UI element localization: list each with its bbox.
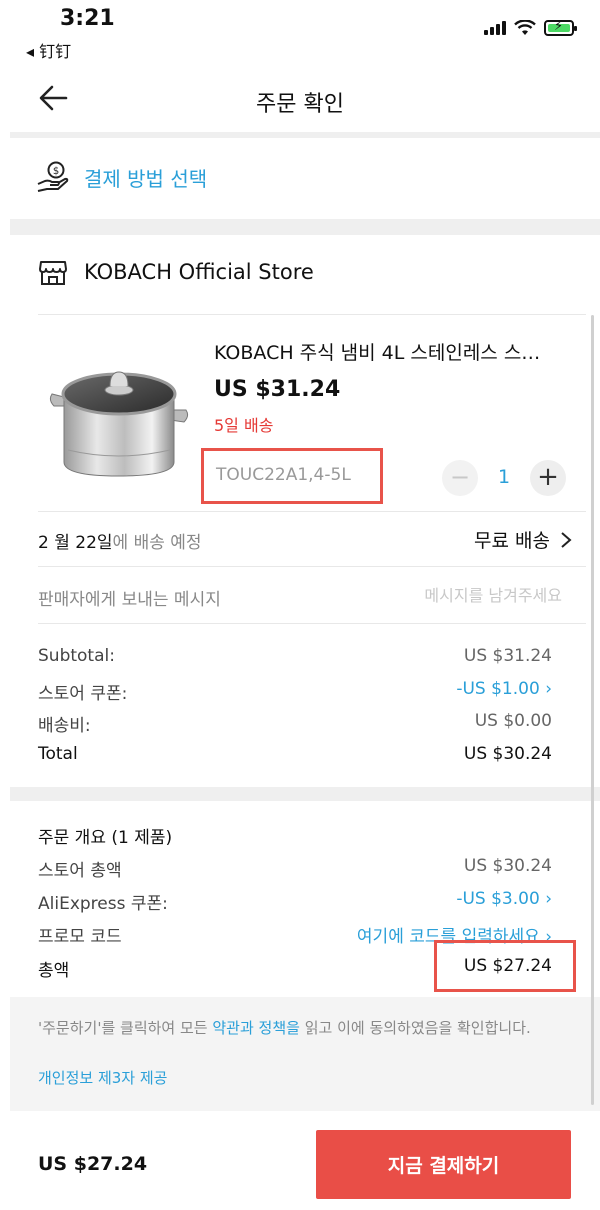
- pay-now-button[interactable]: 지금 결제하기: [316, 1130, 571, 1199]
- divider: [38, 511, 586, 512]
- subtotal-value: US $31.24: [463, 646, 552, 666]
- wifi-icon: [514, 20, 536, 35]
- delivery-estimate: 2 월 22일에 배송 예정: [38, 528, 202, 553]
- shipping-method-label: 무료 배송: [474, 530, 550, 552]
- quantity-decrease-button[interactable]: −: [442, 460, 478, 496]
- privacy-third-party-link[interactable]: 개인정보 제3자 제공: [38, 1067, 167, 1088]
- section-divider: [10, 787, 600, 801]
- store-name: KOBACH Official Store: [84, 260, 314, 284]
- shipping-days: 5일 배송: [214, 416, 274, 435]
- status-bar: 3:21 ◂ 钉钉 ⚡: [0, 0, 600, 62]
- divider: [38, 623, 586, 624]
- status-time: 3:21: [60, 6, 115, 31]
- store-icon: [39, 261, 67, 285]
- terms-panel: '주문하기'를 클릭하여 모든 약관과 정책을 읽고 이에 동의하였음을 확인합…: [10, 997, 600, 1111]
- quantity-stepper: − 1 +: [442, 460, 568, 496]
- signal-icon: [484, 21, 506, 35]
- terms-policy-link[interactable]: 약관과 정책을: [212, 1019, 300, 1037]
- back-to-app-link[interactable]: ◂ 钉钉: [26, 38, 71, 62]
- payment-hand-coin-icon: $: [37, 161, 69, 192]
- shipping-method-selector[interactable]: 무료 배송: [474, 526, 572, 553]
- payment-method-label: 결제 방법 선택: [84, 166, 208, 191]
- product-title[interactable]: KOBACH 주식 냄비 4L 스테인레스 스…: [214, 338, 574, 365]
- aliexpress-coupon-label: AliExpress 쿠폰:: [38, 894, 168, 914]
- sku-highlight-box: TOUC22A1,4-5L: [201, 448, 383, 504]
- terms-text: '주문하기'를 클릭하여 모든 약관과 정책을 읽고 이에 동의하였음을 확인합…: [38, 1019, 531, 1037]
- aliexpress-coupon-value[interactable]: -US $3.00 ›: [456, 889, 552, 909]
- bottom-total: US $27.24: [38, 1153, 148, 1175]
- delivery-date-suffix: 에 배송 예정: [112, 533, 202, 553]
- shipping-fee-label: 배송비:: [38, 716, 91, 736]
- store-grand-label: 스토어 총액: [38, 861, 122, 881]
- promo-code-label: 프로모 코드: [38, 927, 122, 947]
- store-grand-value: US $30.24: [463, 856, 552, 876]
- store-coupon-value[interactable]: -US $1.00 ›: [456, 679, 552, 699]
- store-header[interactable]: KOBACH Official Store: [38, 258, 314, 286]
- delivery-date: 2 월 22일: [38, 533, 113, 553]
- quantity-increase-button[interactable]: +: [530, 460, 566, 496]
- chevron-right-icon: [561, 531, 572, 548]
- shipping-fee-value: US $0.00: [474, 711, 552, 731]
- seller-message-label: 판매자에게 보내는 메시지: [38, 590, 221, 610]
- store-total-value: US $30.24: [463, 744, 552, 764]
- header: 주문 확인: [0, 66, 600, 132]
- store-total-label: Total: [38, 744, 78, 764]
- chevron-right-icon: ›: [545, 889, 552, 909]
- subtotal-label: Subtotal:: [38, 646, 115, 666]
- order-summary-heading: 주문 개요 (1 제품): [38, 828, 173, 848]
- section-divider: [10, 219, 600, 235]
- product-sku[interactable]: TOUC22A1,4-5L: [216, 465, 351, 485]
- divider: [38, 566, 586, 567]
- product-image[interactable]: [48, 350, 190, 482]
- total-highlight-box: [434, 940, 576, 992]
- scrollbar[interactable]: [591, 315, 594, 1105]
- page-title: 주문 확인: [256, 92, 344, 117]
- quantity-value: 1: [497, 466, 511, 488]
- store-coupon-label: 스토어 쿠폰:: [38, 684, 128, 704]
- payment-method-selector[interactable]: $ 결제 방법 선택: [36, 160, 207, 194]
- battery-icon: ⚡: [544, 19, 577, 36]
- product-price: US $31.24: [214, 377, 341, 402]
- status-icons: ⚡: [484, 19, 577, 36]
- divider: [38, 314, 586, 315]
- grand-total-label: 총액: [38, 961, 70, 981]
- seller-message-input[interactable]: [300, 580, 562, 610]
- divider: [10, 132, 600, 138]
- chevron-right-icon: ›: [545, 679, 552, 699]
- svg-text:$: $: [53, 166, 59, 177]
